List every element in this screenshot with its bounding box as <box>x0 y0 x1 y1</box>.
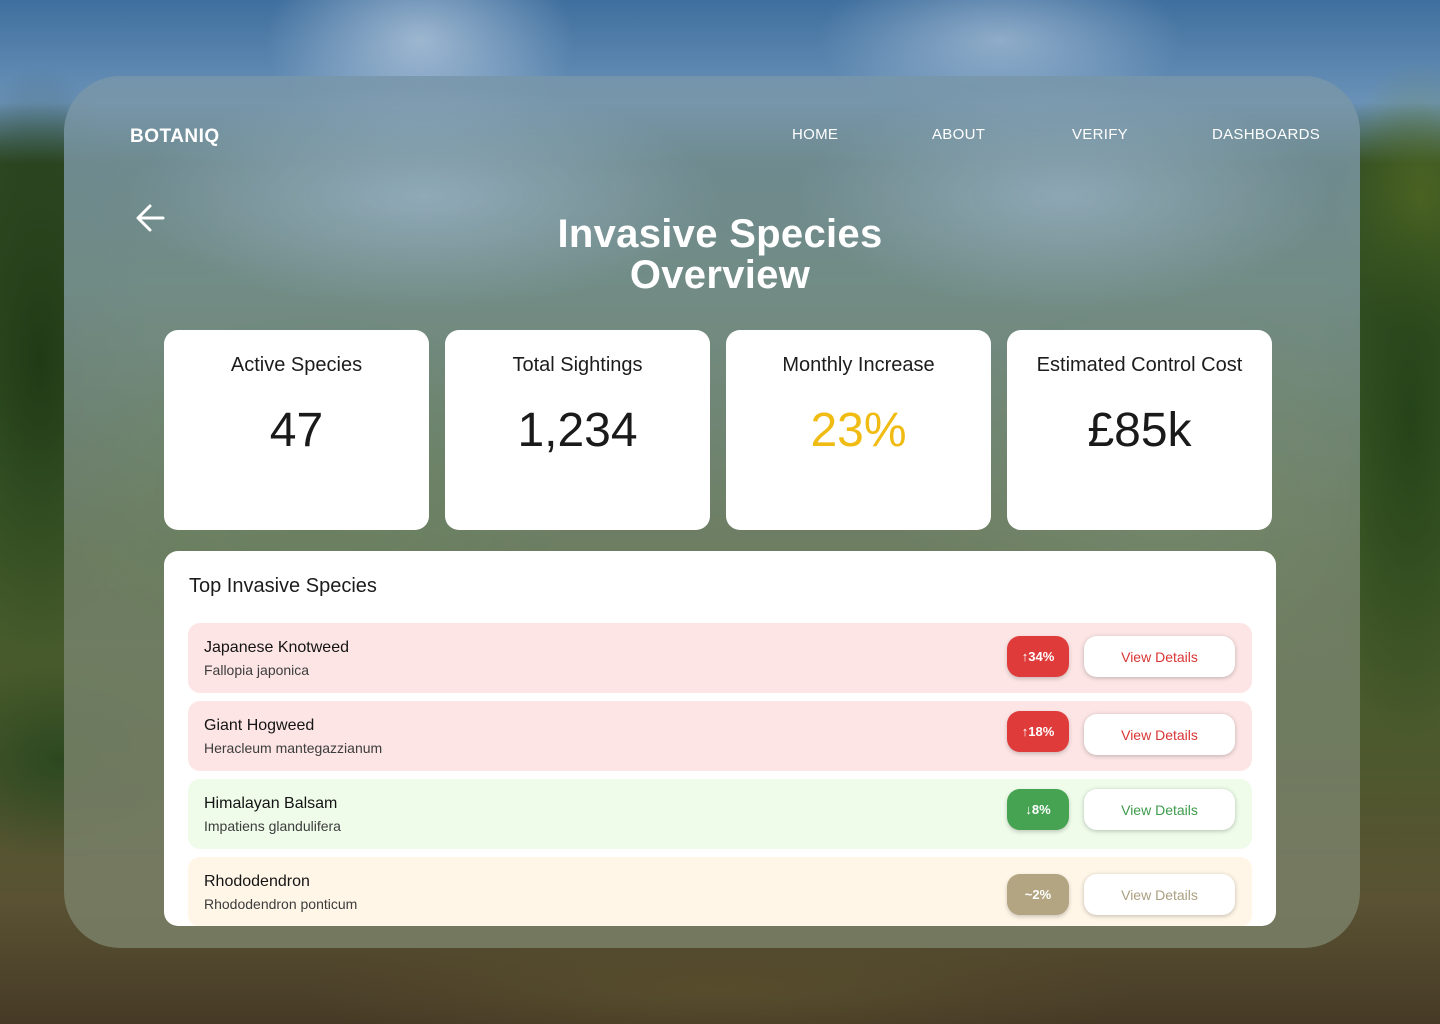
view-details-button[interactable]: View Details <box>1084 714 1235 755</box>
species-row-rhododendron: Rhododendron Rhododendron ponticum ~2% V… <box>188 857 1252 926</box>
top-species-panel: Top Invasive Species Japanese Knotweed F… <box>164 551 1276 926</box>
view-details-button[interactable]: View Details <box>1084 636 1235 677</box>
trend-badge: ↑34% <box>1007 636 1069 677</box>
species-scientific-name: Rhododendron ponticum <box>204 896 358 912</box>
view-details-button[interactable]: View Details <box>1084 789 1235 830</box>
main-nav: HOME ABOUT VERIFY DASHBOARDS <box>0 126 1440 148</box>
stat-label: Active Species <box>230 354 363 376</box>
stat-label: Estimated Control Cost <box>1036 354 1243 376</box>
nav-about[interactable]: ABOUT <box>932 126 985 143</box>
stat-card-monthly-increase: Monthly Increase 23% <box>726 330 991 530</box>
stat-card-control-cost: Estimated Control Cost £85k <box>1007 330 1272 530</box>
species-name: Rhododendron <box>204 873 310 890</box>
stat-value: £85k <box>1087 404 1192 457</box>
species-scientific-name: Heracleum mantegazzianum <box>204 740 383 756</box>
species-name: Japanese Knotweed <box>204 639 349 656</box>
species-row-japanese-knotweed: Japanese Knotweed Fallopia japonica ↑34%… <box>188 623 1252 693</box>
species-row-himalayan-balsam: Himalayan Balsam Impatiens glandulifera … <box>188 779 1252 849</box>
page-title-line-2: Overview <box>629 253 811 297</box>
nav-dashboards[interactable]: DASHBOARDS <box>1212 126 1320 143</box>
nav-verify[interactable]: VERIFY <box>1072 126 1128 143</box>
species-scientific-name: Fallopia japonica <box>204 662 310 678</box>
stat-label: Total Sightings <box>512 354 643 376</box>
trend-badge: ~2% <box>1007 874 1069 915</box>
stat-card-total-sightings: Total Sightings 1,234 <box>445 330 710 530</box>
back-button[interactable] <box>134 201 168 235</box>
nav-home[interactable]: HOME <box>792 126 838 143</box>
stat-value: 23% <box>810 404 907 457</box>
species-name: Himalayan Balsam <box>204 795 338 812</box>
trend-badge: ↑18% <box>1007 711 1069 752</box>
page-title: Invasive Species Overview <box>470 214 970 296</box>
stat-card-active-species: Active Species 47 <box>164 330 429 530</box>
species-scientific-name: Impatiens glandulifera <box>204 818 341 834</box>
view-details-button[interactable]: View Details <box>1084 874 1235 915</box>
stat-label: Monthly Increase <box>782 354 935 376</box>
page-title-line-1: Invasive Species <box>557 212 883 256</box>
trend-badge: ↓8% <box>1007 789 1069 830</box>
arrow-left-icon <box>136 204 165 232</box>
stat-value: 1,234 <box>517 404 638 457</box>
species-row-giant-hogweed: Giant Hogweed Heracleum mantegazzianum ↑… <box>188 701 1252 771</box>
stat-value: 47 <box>269 404 324 457</box>
panel-title: Top Invasive Species <box>189 575 377 597</box>
species-name: Giant Hogweed <box>204 717 315 734</box>
